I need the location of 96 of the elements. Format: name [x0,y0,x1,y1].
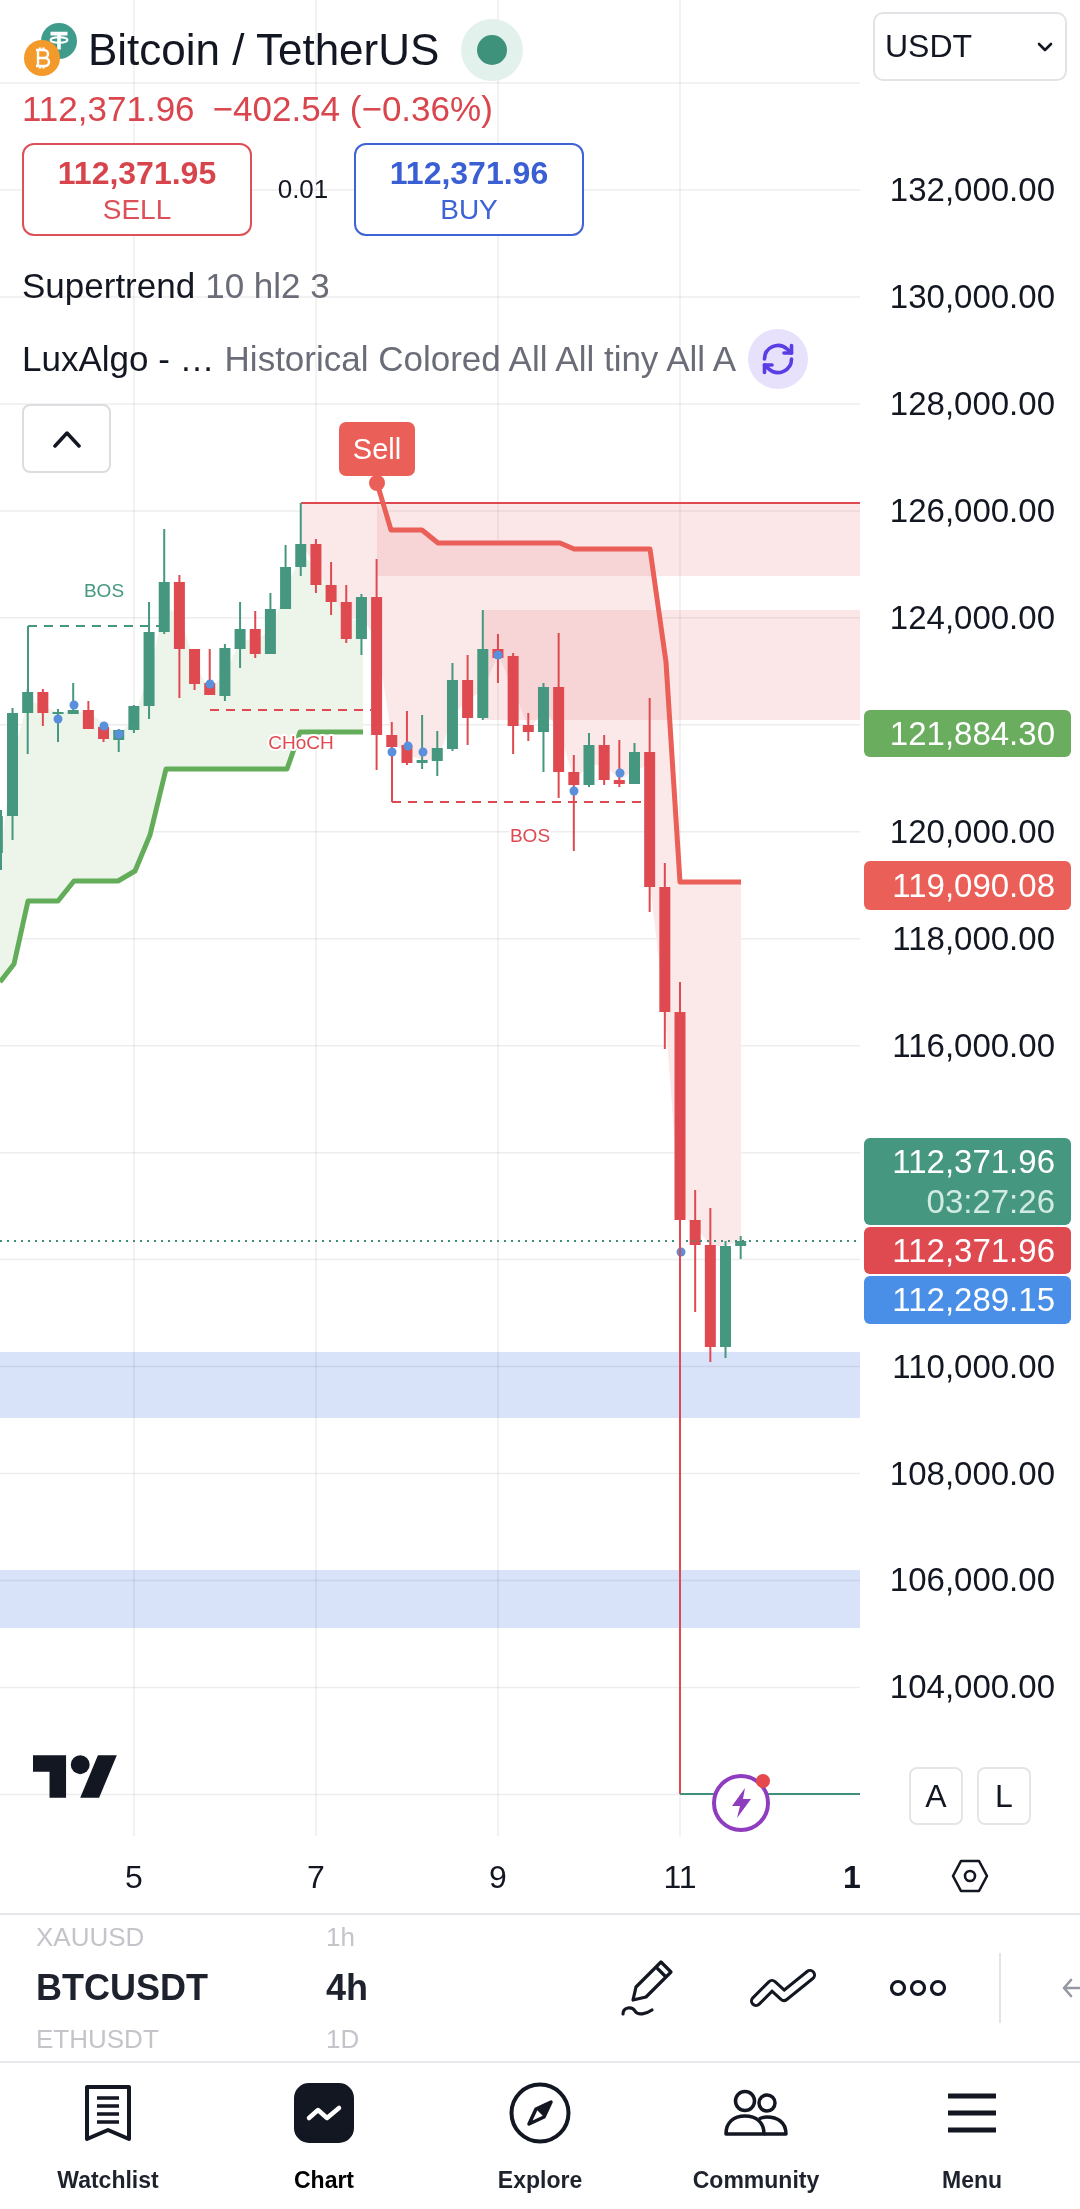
price-tick-label: 104,000.00 [889,1667,1055,1708]
bookmark-list-icon [84,2084,132,2142]
candlestick [264,592,276,655]
signal-dot [99,721,109,731]
candlestick [598,734,610,786]
symbol-title: Bitcoin / TetherUS [88,24,440,76]
nav-tab[interactable]: Explore [432,2063,648,2209]
chevron-up-icon [51,429,82,448]
scale-button[interactable]: A [909,1767,963,1825]
candlestick [629,742,640,785]
signal-dot [69,700,79,710]
nav-tab[interactable]: Community [648,2063,864,2209]
indicator-params[interactable]: 10 hl2 3 [205,265,330,306]
indicator-params[interactable]: Historical Colored All All tiny All A [224,338,737,379]
buy-button[interactable]: 112,371.96 BUY [354,143,584,236]
symbol-option[interactable]: BTCUSDT [36,1967,326,2009]
candlestick [37,688,49,727]
signal-dot [205,679,215,689]
price-tick-label: 120,000.00 [889,811,1055,852]
candlestick [128,704,140,734]
last-price: 112,371.96 [22,90,195,128]
candlestick [280,544,292,610]
more-icon[interactable] [888,1979,947,1997]
time-tick-label: 9 [488,1858,508,1896]
signal-dot [615,768,625,778]
candlestick [340,584,352,644]
candlestick [82,700,94,730]
bitcoin-icon [24,40,60,76]
signal-dot [53,714,63,724]
price-tick-label: 132,000.00 [889,170,1055,210]
candlestick [249,610,261,659]
time-tick-label: 11 [662,1858,698,1896]
chart-icon [294,2083,354,2143]
nav-tab[interactable]: Watchlist [0,2063,216,2209]
price-tick-label: 126,000.00 [889,490,1055,531]
signal-dot [493,650,503,660]
chevron-down-icon [1037,41,1053,52]
candlestick [189,648,201,691]
candlestick [613,739,625,788]
price-label: 112,371.96 [892,1141,1055,1182]
price-change: −402.54 (−0.36%) [212,90,493,128]
price-label: 112,371.96 [892,1230,1055,1271]
spread-value: 0.01 [276,174,330,205]
collapse-button[interactable] [22,404,111,473]
price-label: 119,090.08 [892,865,1055,906]
price-label: 112,289.15 [892,1280,1055,1320]
time-tick-label: 5 [124,1858,144,1896]
price-tick-label: 110,000.00 [892,1346,1055,1387]
compass-icon [509,2082,571,2144]
interval-option[interactable]: 4h [326,1967,368,2009]
candlestick [735,1235,747,1260]
price-tick-label: 128,000.00 [889,383,1055,424]
price-tick-label: 108,000.00 [889,1453,1055,1494]
structure-label: BOS [83,580,125,601]
signal-dot [569,786,579,796]
indicator-name[interactable]: LuxAlgo - … [22,338,215,379]
time-tick-label: 1 [842,1858,862,1896]
nav-tab[interactable]: Chart [216,2063,432,2209]
currency-select[interactable]: USDT [873,12,1067,81]
signal-dot [676,1247,686,1257]
candlestick [431,730,443,777]
candlestick [0,809,3,871]
price-tick-label: 116,000.00 [892,1025,1055,1066]
signal-dot [403,741,413,751]
candlestick [583,732,595,788]
nav-tab[interactable]: Menu [864,2063,1080,2209]
candlestick [67,682,79,715]
countdown-label: 03:27:26 [926,1181,1055,1222]
settings-icon[interactable] [951,1858,989,1893]
price-tick-label: 106,000.00 [889,1560,1055,1601]
price-tick-label: 124,000.00 [889,597,1055,638]
signal-dot [114,729,124,739]
arrow-left-icon[interactable] [1061,1977,1080,1999]
candlestick [522,712,534,742]
scale-button[interactable]: L [977,1767,1031,1825]
time-tick-label: 7 [306,1858,326,1896]
candlestick [234,601,246,669]
candlestick [22,688,34,755]
menu-icon [946,2092,998,2134]
candlestick [355,593,367,656]
candlestick [219,643,231,702]
price-tick-label: 118,000.00 [892,918,1055,959]
sell-button[interactable]: 112,371.95 SELL [22,143,252,236]
candlestick [325,561,337,616]
price-tick-label: 130,000.00 [889,276,1055,317]
people-icon [723,2089,789,2137]
price-label: 121,884.30 [889,713,1055,754]
zigzag-icon[interactable] [748,1968,817,2008]
structure-label: BOS [509,825,551,846]
indicator-name[interactable]: Supertrend [22,265,196,306]
candlestick [52,708,64,743]
candlestick [310,538,322,594]
candlestick [416,714,428,770]
sell-signal-label: Sell [339,422,415,491]
signal-dot [387,747,397,757]
signal-dot [418,747,428,757]
